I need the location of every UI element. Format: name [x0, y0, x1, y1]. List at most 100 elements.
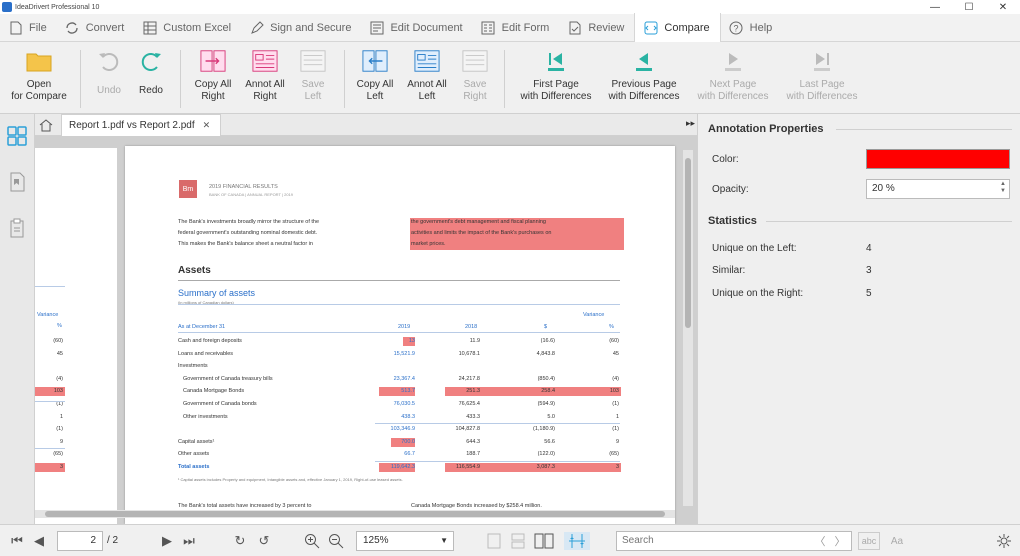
folder-icon	[26, 48, 52, 74]
col-header-2018: 2018	[465, 324, 478, 330]
opacity-input[interactable]: 20 % ▲ ▼	[866, 179, 1010, 199]
match-case-icon[interactable]: abc	[858, 532, 880, 550]
annot-all-left-button[interactable]: Annot All Left	[402, 48, 452, 103]
vertical-scroll-thumb[interactable]	[685, 158, 691, 328]
title-bar: IdeaDrivert Professional 10 — ☐ ✕	[0, 0, 1020, 14]
find-previous-icon[interactable]: 〈	[812, 532, 828, 550]
copy-all-right-button[interactable]: Copy All Right	[188, 48, 238, 103]
row-label: Other assets	[178, 451, 210, 458]
continuous-view-icon[interactable]	[508, 532, 528, 550]
para-left-line: federal government's outstanding nominal…	[178, 230, 318, 236]
collapse-panel-icon[interactable]: ▸▸	[686, 118, 695, 129]
save-right-icon	[462, 48, 488, 74]
close-window-button[interactable]: ✕	[986, 0, 1020, 14]
home-icon	[39, 119, 53, 132]
cell-2018: 11.9	[469, 338, 480, 344]
opacity-value: 20 %	[872, 183, 895, 194]
undo-button[interactable]: Undo	[92, 48, 126, 97]
tab-label: Report 1.pdf vs Report 2.pdf	[69, 120, 195, 131]
unique-left-value: 4	[866, 243, 872, 254]
settings-gear-icon[interactable]	[994, 532, 1014, 550]
maximize-button[interactable]: ☐	[952, 0, 986, 14]
menu-edit-form[interactable]: Edit Form	[473, 14, 560, 42]
menu-compare[interactable]: Compare	[634, 13, 721, 42]
annot-all-right-button[interactable]: Annot All Right	[240, 48, 290, 103]
redo-button[interactable]: Redo	[134, 48, 168, 97]
close-tab-icon[interactable]: ✕	[203, 120, 211, 131]
vertical-scrollbar[interactable]	[683, 150, 693, 506]
annot-all-right-label-2: Right	[253, 91, 277, 102]
para-left-line: The Bank's investments broadly mirror th…	[178, 219, 320, 225]
table-footnote: ¹ Capital assets includes Property and e…	[178, 477, 403, 482]
copy-all-left-button[interactable]: Copy All Left	[350, 48, 400, 103]
cell-2019: 103,346.9	[390, 426, 415, 433]
open-for-compare-button[interactable]: Open for Compare	[8, 48, 70, 103]
open-label-1: Open	[26, 79, 52, 90]
annot-all-right-label-1: Annot All	[245, 79, 285, 90]
table-icon	[142, 20, 157, 35]
single-page-view-icon[interactable]	[484, 532, 504, 550]
prev-page-nav-icon[interactable]: ◀	[30, 532, 48, 550]
save-right-button[interactable]: Save Right	[454, 48, 496, 103]
horizontal-scroll-thumb[interactable]	[45, 511, 665, 517]
cell-2018: 433.3	[466, 413, 480, 420]
para-right-line: activities and limits the impact of the …	[411, 230, 552, 236]
search-input[interactable]	[622, 535, 802, 546]
rotate-cw-icon[interactable]: ↻	[230, 532, 250, 550]
menu-convert[interactable]: Convert	[57, 14, 135, 42]
table-rule	[375, 423, 620, 425]
minimize-button[interactable]: —	[918, 0, 952, 14]
left-cell-pct: 1	[59, 413, 63, 420]
form-icon	[481, 20, 496, 35]
save-left-button[interactable]: Save Left	[292, 48, 334, 103]
zoom-out-icon[interactable]	[326, 532, 346, 550]
bookmarks-icon[interactable]	[6, 170, 28, 194]
opacity-spinner-icon[interactable]: ▲ ▼	[1000, 181, 1006, 195]
side-by-side-view-icon[interactable]	[532, 532, 556, 550]
match-font-icon[interactable]: Aa	[886, 532, 908, 550]
compare-icon	[643, 20, 658, 35]
first-page-nav-icon[interactable]: ⏮	[8, 532, 26, 550]
document-view[interactable]: Variance % (60) 45 (4) 103 (1) 1 (1) 9 (65) 3 Bm …	[35, 136, 697, 524]
cell-dollar: 4,843.8	[536, 350, 555, 357]
redo-label: Redo	[139, 85, 163, 96]
last-page-nav-icon[interactable]: ⏭	[180, 532, 198, 550]
thumbnails-icon[interactable]	[6, 124, 28, 148]
menu-sign-secure-label: Sign and Secure	[270, 21, 352, 34]
page-number-input[interactable]: 2	[57, 531, 103, 551]
cell-pct: (4)	[612, 375, 619, 382]
menu-edit-document[interactable]: Edit Document	[361, 14, 472, 42]
menu-help[interactable]: ? Help	[721, 14, 783, 42]
menu-custom-excel[interactable]: Custom Excel	[134, 14, 241, 42]
color-swatch[interactable]	[866, 149, 1010, 169]
row-label: Other investments	[183, 413, 228, 420]
next-page-label-2: with Differences	[697, 91, 769, 102]
left-cell-pct: (1)	[56, 426, 63, 433]
cell-dollar: 258.4	[541, 388, 555, 395]
horizontal-scrollbar[interactable]	[35, 510, 675, 518]
table-rule	[178, 332, 620, 333]
help-icon: ?	[729, 20, 744, 35]
menu-file[interactable]: File	[0, 14, 57, 42]
rotate-ccw-icon[interactable]: ↺	[254, 532, 274, 550]
menu-review[interactable]: Review	[559, 14, 634, 42]
home-tab[interactable]	[35, 114, 57, 136]
last-page-differences-button[interactable]: Last Page with Differences	[780, 48, 864, 103]
cell-dollar: 56.6	[544, 438, 555, 445]
menu-sign-secure[interactable]: Sign and Secure	[241, 14, 361, 42]
row-label: Investments	[178, 363, 208, 370]
find-next-icon[interactable]: 〉	[832, 532, 848, 550]
sync-scroll-icon[interactable]	[564, 532, 590, 550]
previous-page-differences-button[interactable]: Previous Page with Differences	[602, 48, 686, 103]
next-page-nav-icon[interactable]: ▶	[158, 532, 176, 550]
cell-pct: 103	[609, 388, 619, 395]
first-page-differences-button[interactable]: First Page with Differences	[514, 48, 598, 103]
next-page-differences-button[interactable]: Next Page with Differences	[690, 48, 776, 103]
attachments-icon[interactable]	[6, 216, 28, 240]
save-left-icon	[300, 48, 326, 74]
page-total: / 2	[107, 535, 119, 546]
zoom-in-icon[interactable]	[302, 532, 322, 550]
zoom-select[interactable]: 125% ▼	[356, 531, 454, 551]
document-tab-bar: Report 1.pdf vs Report 2.pdf ✕ ▸▸	[35, 114, 697, 136]
compare-document-tab[interactable]: Report 1.pdf vs Report 2.pdf ✕	[61, 114, 221, 136]
